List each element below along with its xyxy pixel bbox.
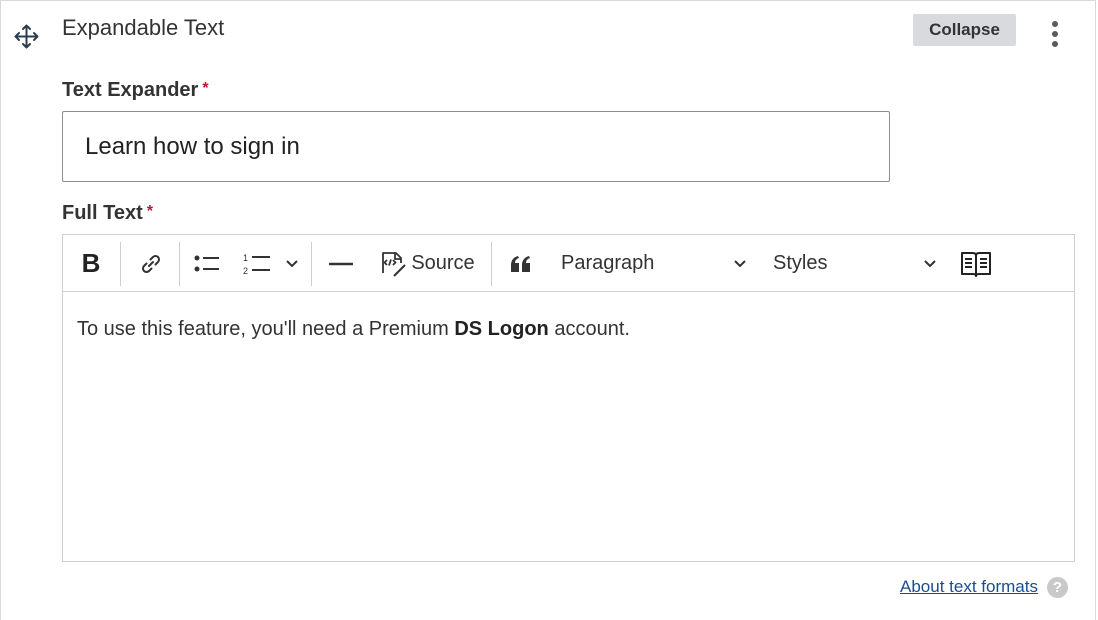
bulleted-list-icon bbox=[194, 255, 219, 271]
horizontal-line-button[interactable] bbox=[321, 235, 361, 292]
svg-text:1: 1 bbox=[243, 253, 248, 263]
styles-value: Styles bbox=[773, 252, 828, 274]
about-text-formats-link[interactable]: About text formats bbox=[900, 577, 1038, 597]
content-bold-text: DS Logon bbox=[454, 318, 549, 340]
chevron-down-icon bbox=[286, 259, 298, 267]
required-marker: * bbox=[202, 80, 209, 97]
link-icon bbox=[141, 254, 161, 273]
content-text-end: account. bbox=[548, 318, 630, 340]
bulleted-list-button[interactable] bbox=[189, 235, 225, 292]
quote-icon bbox=[511, 255, 530, 272]
numbered-list-button[interactable]: 1 2 bbox=[239, 235, 275, 292]
link-button[interactable] bbox=[131, 235, 171, 292]
chevron-down-icon bbox=[734, 259, 746, 267]
horizontal-line-icon bbox=[329, 262, 353, 265]
content-text: To use this feature, you'll need a Premi… bbox=[77, 318, 455, 340]
book-icon bbox=[961, 251, 991, 277]
rich-text-editor: B 1 2 Source Paragraph Styles To use thi… bbox=[62, 234, 1075, 562]
paragraph-panel: Expandable Text Collapse Text Expander * … bbox=[0, 0, 1096, 620]
numbered-list-icon: 1 2 bbox=[243, 253, 270, 276]
text-expander-label: Text Expander * bbox=[62, 79, 209, 102]
editor-content[interactable]: To use this feature, you'll need a Premi… bbox=[77, 317, 630, 341]
styles-dropdown[interactable]: Styles bbox=[765, 235, 939, 292]
source-button[interactable]: Source bbox=[373, 235, 479, 292]
heading-value: Paragraph bbox=[561, 252, 655, 274]
block-quote-button[interactable] bbox=[503, 235, 539, 292]
full-text-label-text: Full Text bbox=[62, 202, 143, 224]
source-label: Source bbox=[411, 252, 475, 274]
text-expander-label-text: Text Expander bbox=[62, 79, 199, 101]
help-icon[interactable]: ? bbox=[1047, 577, 1068, 598]
numbered-list-dropdown[interactable] bbox=[281, 235, 303, 292]
bold-button[interactable]: B bbox=[71, 235, 111, 292]
heading-dropdown[interactable]: Paragraph bbox=[553, 235, 749, 292]
more-options-icon[interactable] bbox=[1045, 21, 1065, 51]
full-text-label: Full Text * bbox=[62, 202, 153, 225]
chevron-down-icon bbox=[924, 259, 936, 267]
source-icon bbox=[382, 251, 407, 277]
svg-text:2: 2 bbox=[243, 266, 248, 276]
required-marker: * bbox=[146, 203, 153, 220]
collapse-button[interactable]: Collapse bbox=[913, 14, 1016, 46]
bold-icon: B bbox=[81, 248, 101, 278]
editor-toolbar: B 1 2 Source Paragraph Styles bbox=[63, 235, 1074, 292]
text-expander-input[interactable] bbox=[62, 111, 890, 182]
panel-title: Expandable Text bbox=[62, 15, 225, 40]
move-icon[interactable] bbox=[13, 23, 40, 50]
glossary-button[interactable] bbox=[953, 235, 999, 292]
